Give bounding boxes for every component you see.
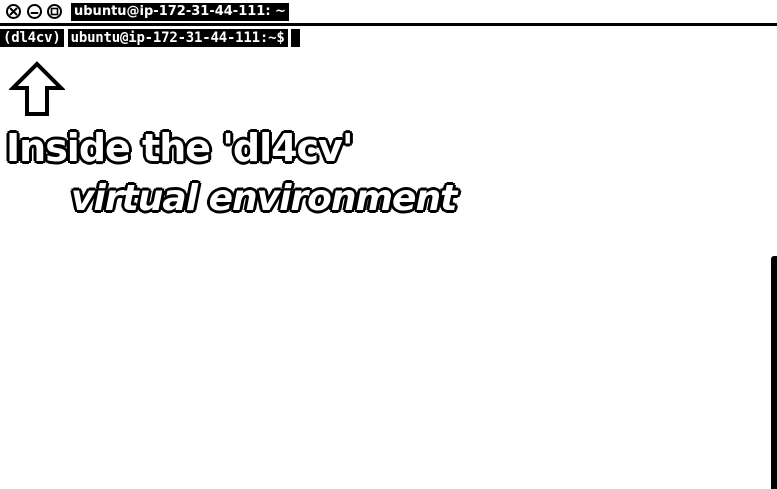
maximize-button[interactable] — [47, 4, 62, 19]
terminal-cursor — [290, 29, 300, 47]
close-icon — [9, 7, 18, 16]
maximize-icon — [50, 7, 59, 16]
virtualenv-indicator: (dl4cv) — [0, 29, 64, 47]
scrollbar[interactable] — [771, 256, 777, 489]
window-titlebar[interactable]: ubuntu@ip-172-31-44-111: ~ — [0, 0, 777, 26]
up-arrow-icon — [9, 61, 65, 116]
annotation-subheading: virtual environment — [71, 178, 457, 219]
minimize-button[interactable] — [27, 4, 42, 19]
shell-prompt: ubuntu@ip-172-31-44-111:~$ — [67, 29, 288, 47]
minimize-icon — [30, 12, 39, 14]
window-title: ubuntu@ip-172-31-44-111: ~ — [71, 3, 289, 21]
close-button[interactable] — [6, 4, 21, 19]
annotation-heading: Inside the 'dl4cv' — [6, 126, 353, 170]
terminal-prompt-line[interactable]: (dl4cv) ubuntu@ip-172-31-44-111:~$ — [0, 28, 300, 48]
